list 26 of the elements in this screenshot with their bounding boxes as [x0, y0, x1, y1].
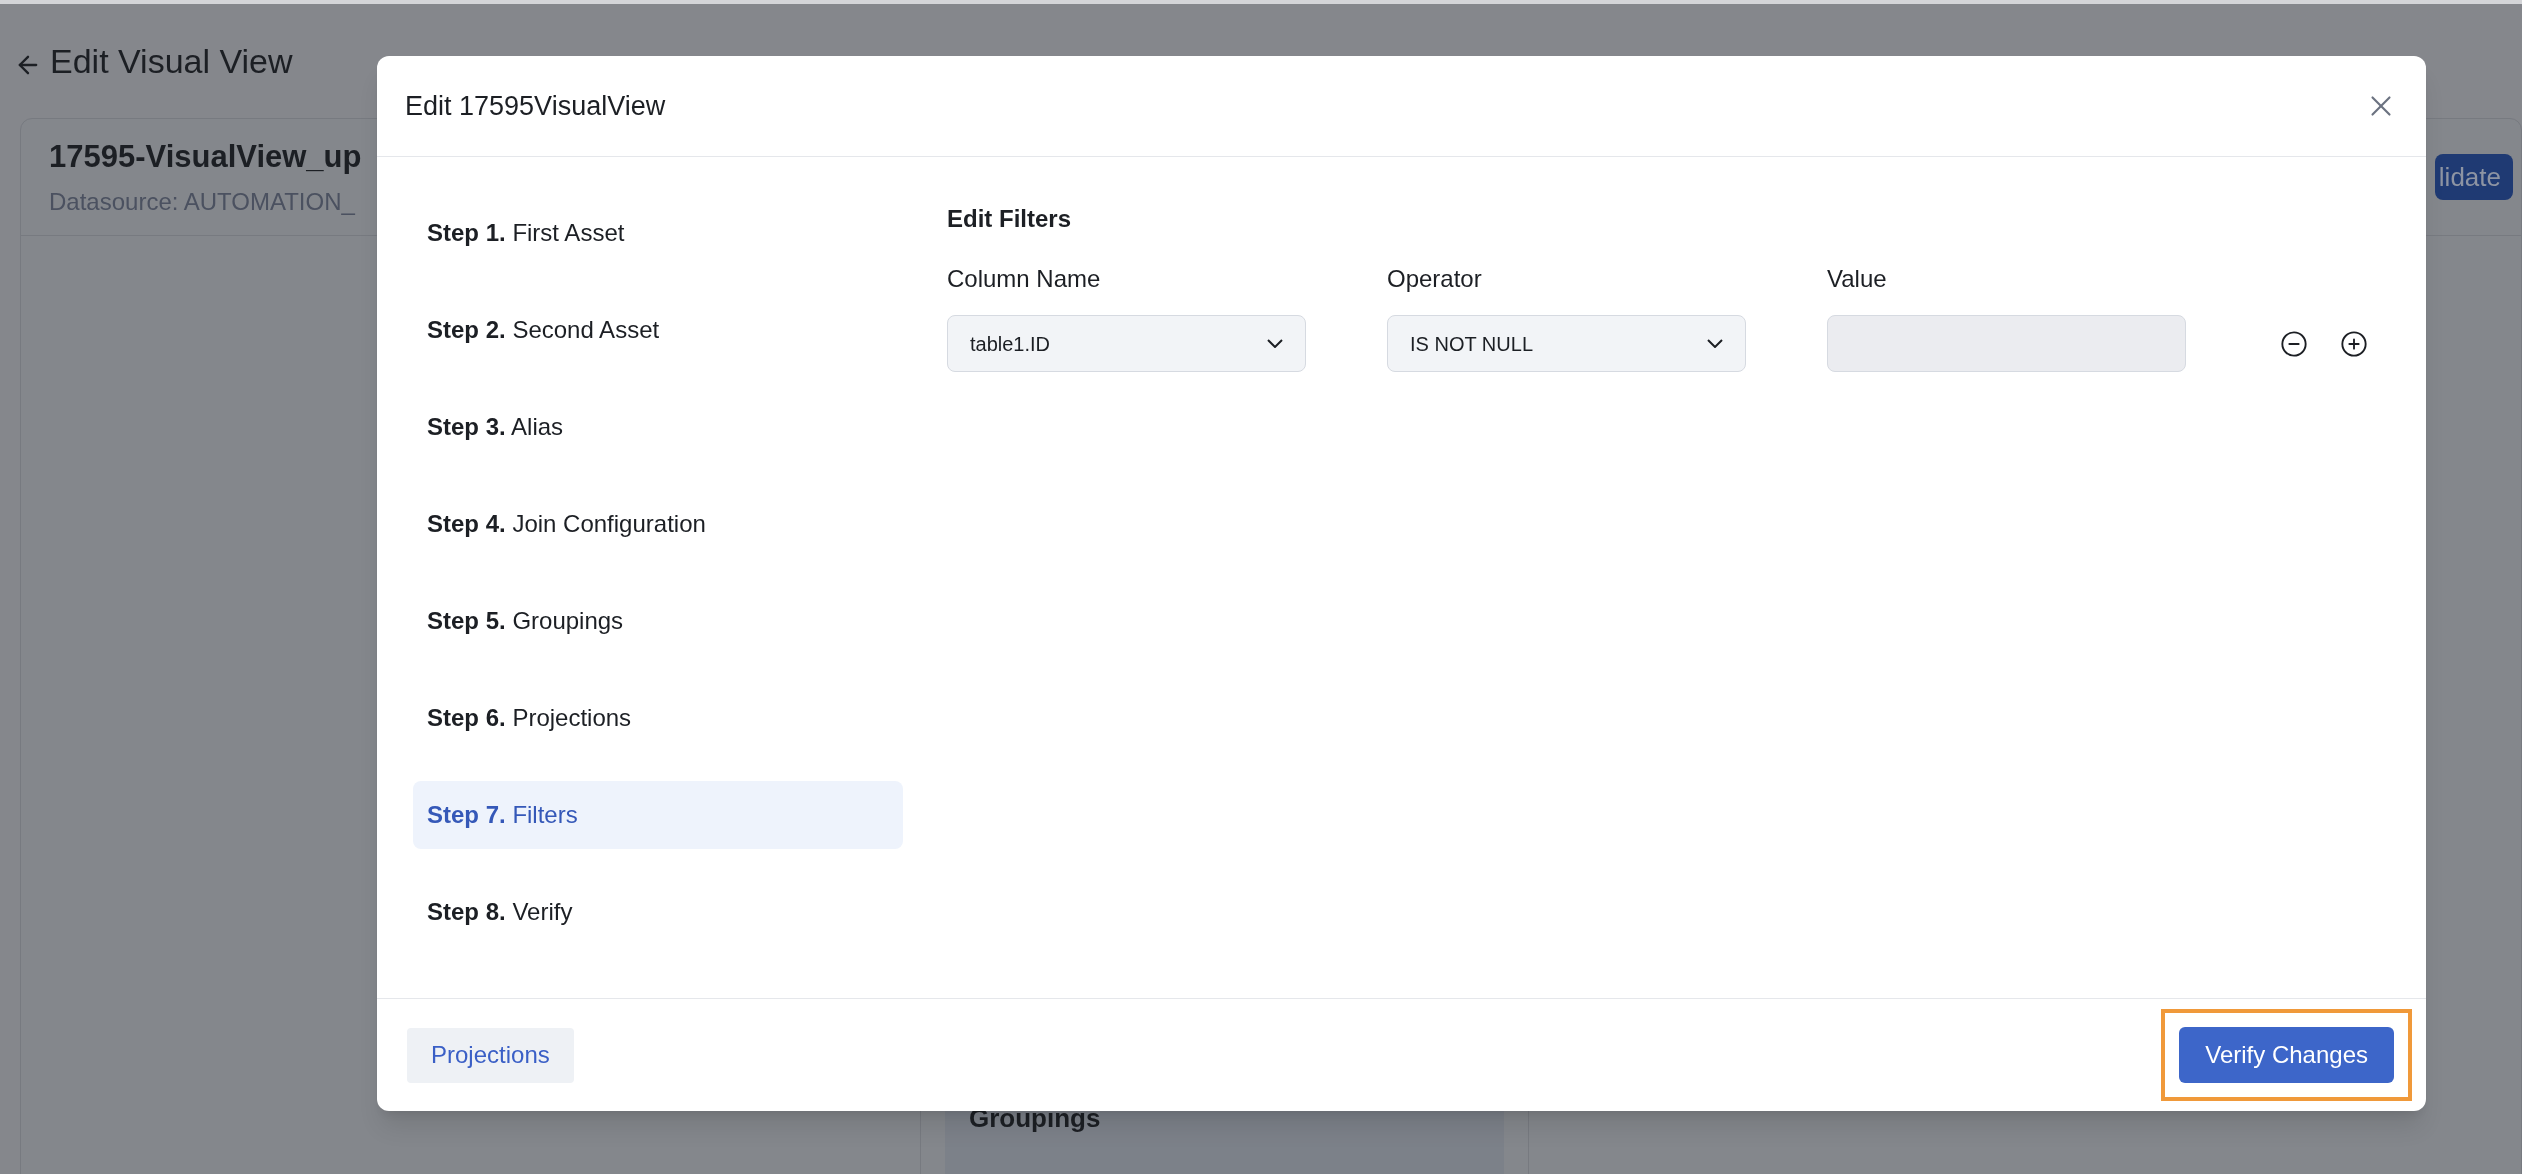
chevron-down-icon [1707, 339, 1723, 348]
step-nav-item[interactable]: Step 7. Filters [413, 781, 903, 849]
step-nav-item[interactable]: Step 3. Alias [413, 393, 903, 461]
step-nav-item[interactable]: Step 6. Projections [413, 684, 903, 752]
step-nav-item[interactable]: Step 4. Join Configuration [413, 490, 903, 558]
column-header: Value [1827, 264, 1888, 294]
projections-button[interactable]: Projections [407, 1027, 574, 1083]
chevron-down-icon [1267, 339, 1283, 348]
validate-button[interactable]: lidate [2434, 154, 2513, 200]
step-nav-item[interactable]: Step 5. Groupings [413, 587, 903, 655]
groupings-heading: Groupings [969, 1103, 1101, 1133]
section-heading: Edit Filters [947, 204, 1072, 234]
remove-icon[interactable] [2280, 329, 2308, 358]
column-select[interactable]: table1.ID [947, 315, 1306, 372]
operator-select[interactable]: IS NOT NULL [1387, 315, 1746, 372]
dialog-title: Edit 17595VisualView [405, 89, 666, 123]
step-nav-item[interactable]: Step 2. Second Asset [413, 296, 903, 364]
card-title: 17595-VisualView_up [49, 137, 362, 176]
datasource-text: Datasource: AUTOMATION_ [49, 187, 356, 218]
page-title: Edit Visual View [50, 40, 293, 82]
column-header: Operator [1387, 264, 1483, 294]
add-icon[interactable] [2340, 329, 2368, 358]
column-header: Column Name [947, 264, 1102, 294]
step-nav-item[interactable]: Step 8. Verify [413, 878, 903, 946]
step-nav-item[interactable]: Step 1. First Asset [413, 199, 903, 267]
verify-changes-button[interactable]: Verify Changes [2179, 1027, 2394, 1083]
